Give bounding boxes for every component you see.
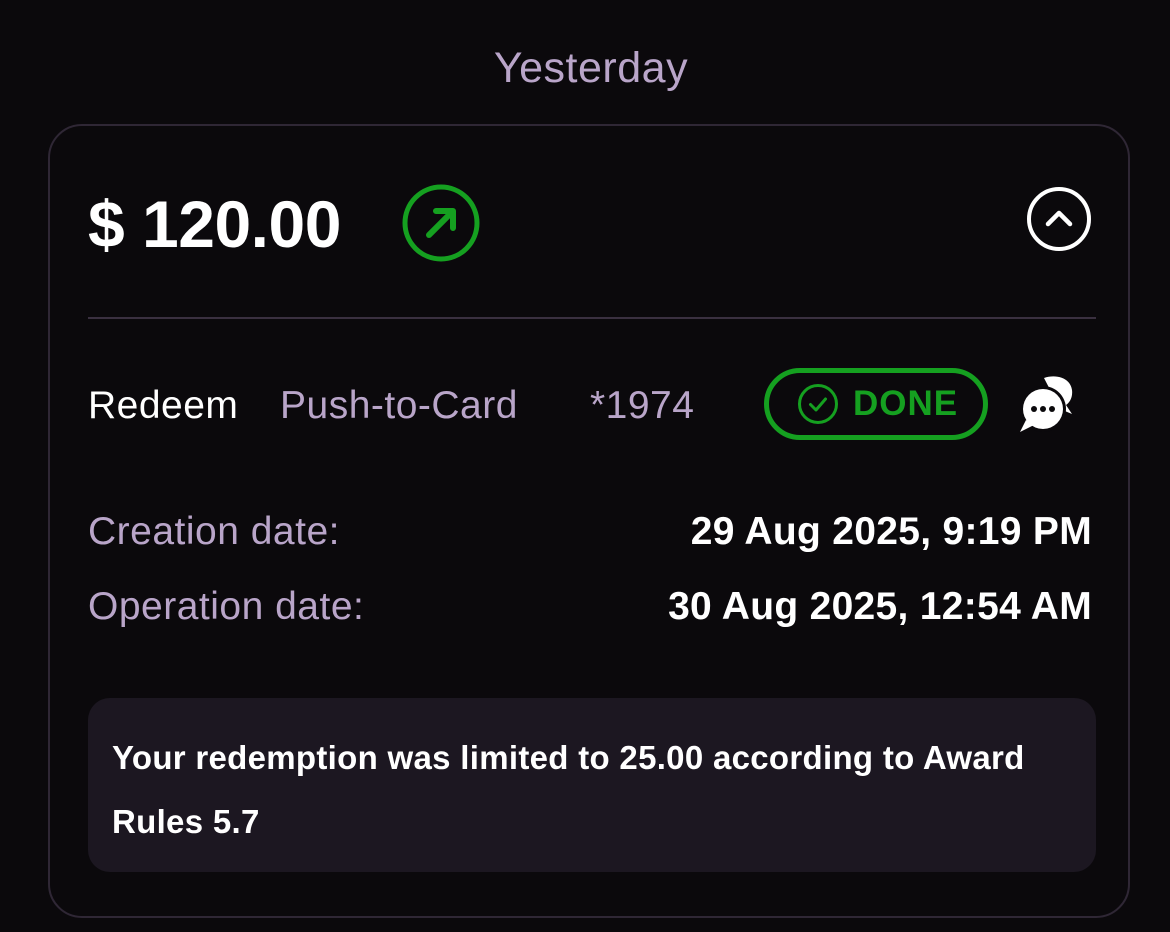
section-date-header: Yesterday: [493, 44, 689, 92]
operation-date-value: 30 Aug 2025, 12:54 AM: [668, 585, 1092, 628]
status-label: DONE: [853, 384, 959, 423]
card-divider: [88, 317, 1096, 319]
status-badge: DONE: [764, 368, 988, 440]
arrow-up-right-icon: [402, 184, 480, 262]
payout-method: Push-to-Card: [280, 384, 518, 427]
operation-type: Redeem: [88, 384, 239, 427]
redemption-note: Your redemption was limited to 25.00 acc…: [88, 698, 1096, 872]
operation-date-label: Operation date:: [88, 585, 365, 628]
transaction-amount: $ 120.00: [88, 187, 341, 261]
transaction-card: $ 120.00 Redeem Push-to-Card *1974 DONE …: [48, 124, 1130, 918]
creation-date-value: 29 Aug 2025, 9:19 PM: [690, 510, 1092, 553]
chevron-up-icon[interactable]: [1026, 186, 1092, 252]
redemption-note-text: Your redemption was limited to 25.00 acc…: [112, 739, 1025, 840]
check-circle-icon: [798, 384, 838, 424]
chat-bubbles-icon[interactable]: [1014, 372, 1080, 438]
card-suffix: *1974: [590, 384, 695, 427]
creation-date-label: Creation date:: [88, 510, 340, 553]
